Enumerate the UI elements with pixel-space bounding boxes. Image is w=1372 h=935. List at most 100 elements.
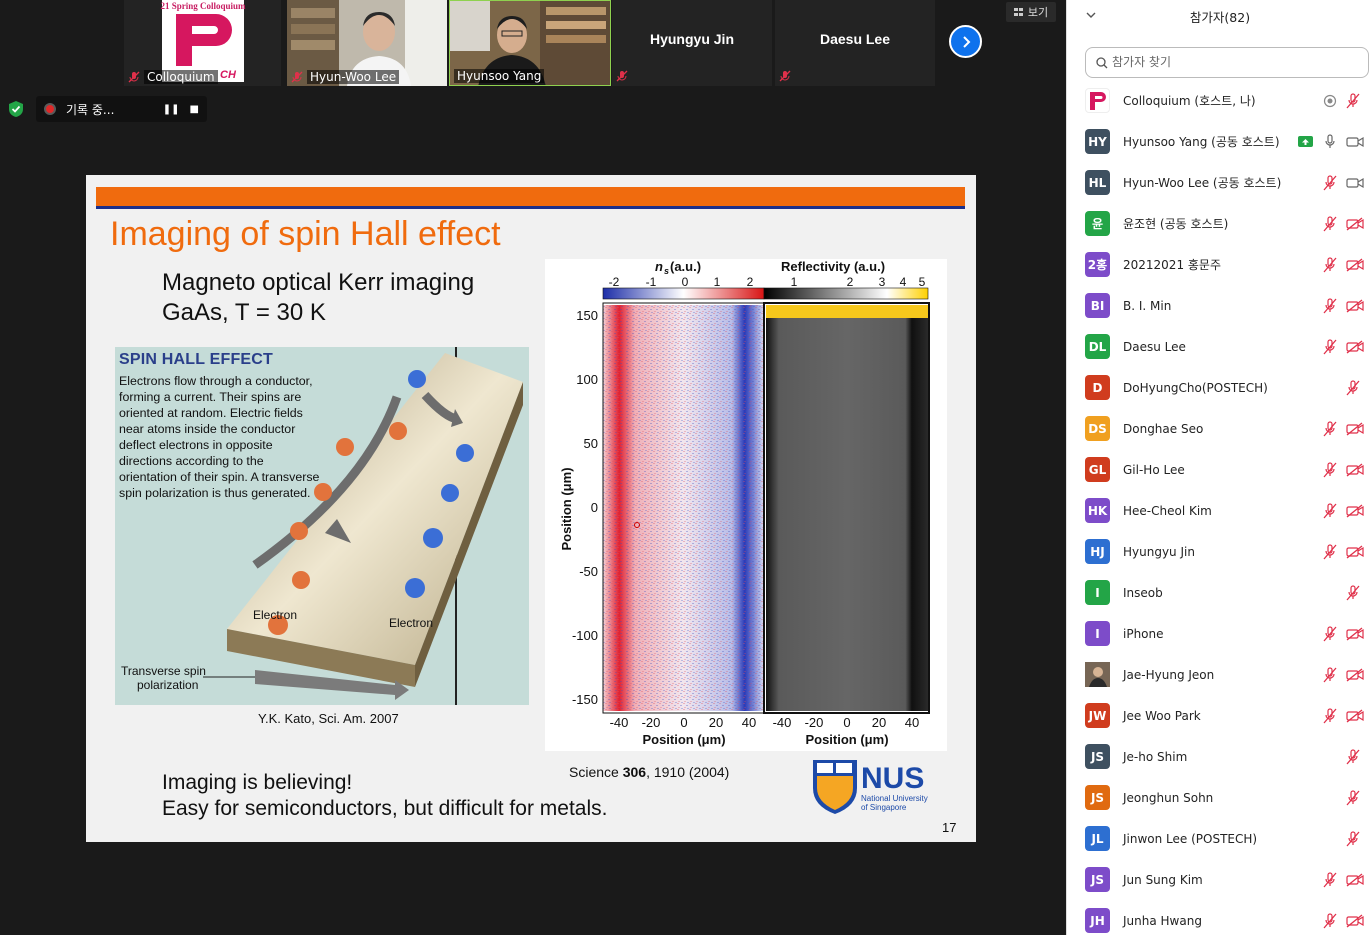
participant-row[interactable]: Colloquium (호스트, 나) (1067, 80, 1372, 121)
mic-muted-icon[interactable] (1323, 543, 1337, 560)
mic-muted-icon[interactable] (1323, 420, 1337, 437)
mic-muted-icon[interactable] (1323, 707, 1337, 724)
slide-title: Imaging of spin Hall effect (110, 215, 501, 253)
stop-recording-button[interactable]: ■ (190, 104, 199, 115)
participant-row[interactable]: 2홍 20212021 홍문주 (1067, 244, 1372, 285)
camera-off-icon[interactable] (1346, 503, 1364, 518)
participant-row[interactable]: JL Jinwon Lee (POSTECH) (1067, 818, 1372, 859)
mic-icon[interactable] (1323, 133, 1337, 150)
participant-row[interactable]: DS Donghae Seo (1067, 408, 1372, 449)
participant-row[interactable]: DL Daesu Lee (1067, 326, 1372, 367)
camera-icon[interactable] (1346, 176, 1364, 190)
x-tick-right: -40 (773, 715, 792, 730)
video-thumbnail-daesu-lee[interactable]: Daesu Lee (775, 0, 935, 86)
spin-hall-description: Electrons flow through a conductor, form… (119, 374, 320, 500)
camera-off-icon[interactable] (1346, 667, 1364, 682)
view-label: 보기 (1027, 6, 1049, 19)
slide-top-bar (96, 187, 965, 206)
mic-muted-icon[interactable] (1323, 297, 1337, 314)
avatar (1085, 662, 1110, 687)
mic-muted-icon[interactable] (1323, 215, 1337, 232)
participant-row[interactable]: JW Jee Woo Park (1067, 695, 1372, 736)
refl-tick: 3 (879, 275, 886, 289)
citation-volume: 306 (622, 764, 647, 780)
participant-row[interactable]: GL Gil-Ho Lee (1067, 449, 1372, 490)
video-thumbnail-hyunsoo-yang[interactable]: Hyunsoo Yang (449, 0, 611, 86)
participant-name: Hyungyu Jin (649, 31, 734, 47)
participant-row[interactable]: JS Jun Sung Kim (1067, 859, 1372, 900)
participant-row[interactable]: BI B. I. Min (1067, 285, 1372, 326)
mic-muted-icon[interactable] (1323, 461, 1337, 478)
ns-color-scale (602, 287, 765, 300)
mic-muted-icon[interactable] (1346, 830, 1360, 847)
camera-off-icon[interactable] (1346, 216, 1364, 231)
camera-off-icon[interactable] (1346, 339, 1364, 354)
participant-name: 윤조현 (공동 호스트) (1123, 217, 1229, 231)
mic-muted-icon[interactable] (1323, 871, 1337, 888)
mic-muted-icon[interactable] (1346, 584, 1360, 601)
participant-row[interactable]: JH Junha Hwang (1067, 900, 1372, 935)
video-thumbnail-colloquium[interactable]: 21 Spring Colloquium CH Colloquium (124, 0, 281, 86)
mic-muted-icon[interactable] (1323, 502, 1337, 519)
mic-muted-icon[interactable] (1346, 379, 1360, 396)
mic-muted-icon[interactable] (1323, 338, 1337, 355)
recording-dot-icon (44, 103, 56, 115)
x-axis-label-left: Position (μm) (642, 732, 725, 747)
screen-share-icon (1298, 136, 1313, 147)
x-tick-right: 20 (872, 715, 886, 730)
video-thumbnail-hyun-woo-lee[interactable]: Hyun-Woo Lee (287, 0, 447, 86)
participant-name: Hee-Cheol Kim (1123, 503, 1212, 518)
citation-journal: Science (569, 764, 623, 780)
mic-muted-icon[interactable] (1323, 256, 1337, 273)
camera-off-icon[interactable] (1346, 708, 1364, 723)
camera-off-icon[interactable] (1346, 257, 1364, 272)
participant-search[interactable] (1085, 47, 1369, 78)
nus-subtitle-1: National University (861, 794, 928, 803)
x-tick-right: -20 (805, 715, 824, 730)
refl-tick: 4 (900, 275, 907, 289)
video-thumbnail-hyungyu-jin[interactable]: Hyungyu Jin (612, 0, 772, 86)
participant-row[interactable]: 윤 윤조현 (공동 호스트) (1067, 203, 1372, 244)
participant-row[interactable]: D DoHyungCho(POSTECH) (1067, 367, 1372, 408)
participant-name: Inseob (1123, 585, 1163, 600)
mic-muted-icon[interactable] (1323, 625, 1337, 642)
y-tick: 150 (576, 308, 598, 323)
camera-off-icon[interactable] (1346, 544, 1364, 559)
participant-name: Hyunsoo Yang (454, 69, 545, 83)
security-shield-icon[interactable] (8, 100, 24, 118)
avatar: JW (1085, 703, 1110, 728)
nus-wordmark: NUS (861, 762, 924, 795)
participant-row[interactable]: HJ Hyungyu Jin (1067, 531, 1372, 572)
camera-off-icon[interactable] (1346, 421, 1364, 436)
camera-off-icon[interactable] (1346, 872, 1364, 887)
participant-row[interactable]: HK Hee-Cheol Kim (1067, 490, 1372, 531)
participant-row[interactable]: JS Jeonghun Sohn (1067, 777, 1372, 818)
mic-muted-icon[interactable] (1323, 174, 1337, 191)
camera-off-icon[interactable] (1346, 913, 1364, 928)
participant-row[interactable]: HY Hyunsoo Yang (공동 호스트) (1067, 121, 1372, 162)
pause-recording-button[interactable]: ❚❚ (163, 104, 180, 115)
participant-row[interactable]: Jae-Hyung Jeon (1067, 654, 1372, 695)
avatar: JS (1085, 867, 1110, 892)
mic-muted-icon[interactable] (1346, 748, 1360, 765)
mic-muted-icon[interactable] (1323, 912, 1337, 929)
camera-off-icon[interactable] (1346, 298, 1364, 313)
camera-icon[interactable] (1346, 135, 1364, 149)
next-page-button[interactable] (949, 25, 982, 58)
camera-off-icon[interactable] (1346, 626, 1364, 641)
participant-name: 20212021 홍문주 (1123, 258, 1222, 272)
meeting-area: 21 Spring Colloquium CH Colloquium Hyun-… (0, 0, 1066, 935)
avatar: GL (1085, 457, 1110, 482)
participant-row[interactable]: I Inseob (1067, 572, 1372, 613)
search-input[interactable] (1112, 51, 1362, 73)
x-tick-left: -40 (610, 715, 629, 730)
participant-row[interactable]: JS Je-ho Shim (1067, 736, 1372, 777)
participant-row[interactable]: HL Hyun-Woo Lee (공동 호스트) (1067, 162, 1372, 203)
mic-muted-icon[interactable] (1323, 666, 1337, 683)
participant-row[interactable]: IiPhone (1067, 613, 1372, 654)
mic-muted-icon[interactable] (1346, 789, 1360, 806)
camera-off-icon[interactable] (1346, 462, 1364, 477)
view-button[interactable]: 보기 (1006, 2, 1056, 22)
mic-muted-icon[interactable] (1346, 92, 1360, 109)
participant-name: Gil-Ho Lee (1123, 462, 1185, 477)
